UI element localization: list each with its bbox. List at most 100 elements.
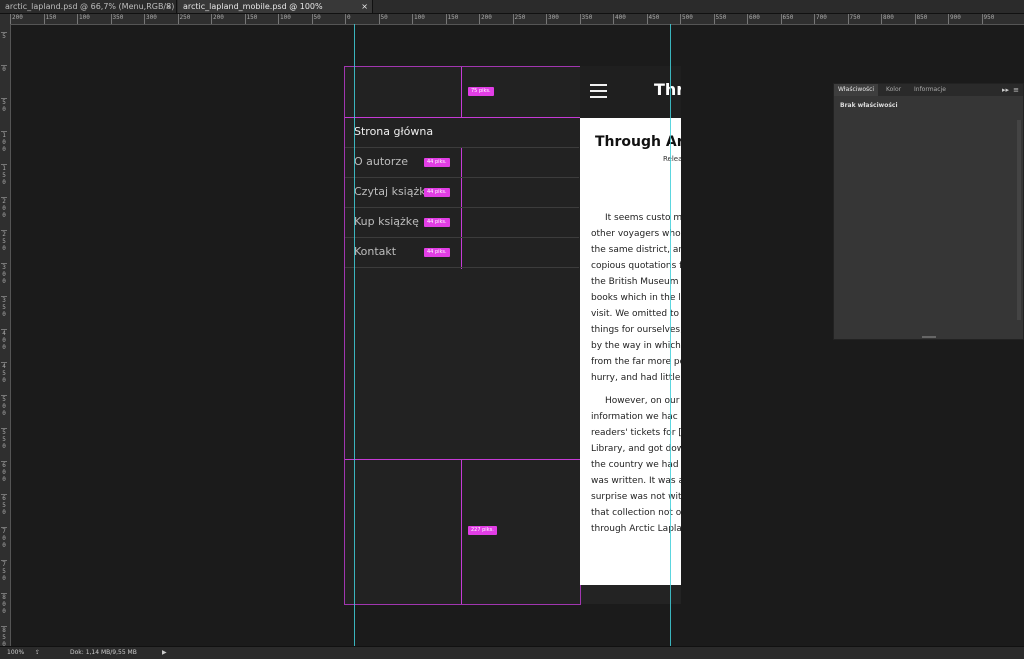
properties-panel: Właściwości Kolor Informacje ▸▸ ≡ Brak w… — [833, 83, 1024, 340]
ruler-tick-label: 750 — [847, 14, 860, 24]
page-preview: Through Arc Relea It seems custo ma other… — [580, 118, 681, 585]
measure-badge: 44 piks. — [424, 248, 450, 257]
site-header: Thr — [580, 66, 681, 118]
ruler-tick-label: 200 — [211, 14, 224, 24]
ruler-tick-label: 200 — [10, 14, 23, 24]
ruler-tick-label: 400 — [1, 329, 7, 351]
ruler-tick-label: 5 — [1, 32, 7, 40]
ruler-tick-label: 150 — [244, 14, 257, 24]
text-line: readers' tickets for [v — [591, 428, 681, 438]
document-tab-desktop[interactable]: arctic_lapland.psd @ 66,7% (Menu,RGB/8) … — [0, 0, 177, 24]
text-line: It seems custo ma — [605, 213, 681, 223]
share-icon[interactable]: ⇪ — [35, 647, 40, 659]
horizontal-ruler[interactable]: 200 150 100 350 300 250 200 150 100 50 0 50 100 150 20… — [10, 14, 1024, 25]
guide-right[interactable] — [670, 24, 671, 646]
text-line: the country we had v — [591, 460, 681, 470]
status-bar: 100% ⇪ Dok: 1,14 MB/9,55 MB ▶ — [0, 646, 1024, 659]
ruler-tick-label: 450 — [1, 362, 7, 384]
ruler-tick-label: 550 — [1, 428, 7, 450]
text-line: other voyagers who — [591, 229, 681, 239]
ruler-tick-label: 250 — [177, 14, 190, 24]
text-line: hurry, and had little c — [591, 373, 681, 383]
text-line: visit. We omitted to — [591, 309, 680, 319]
text-line: by the way in which — [591, 341, 681, 351]
ruler-tick-label: 0 — [1, 65, 7, 73]
ruler-corner[interactable] — [0, 14, 10, 24]
text-line: surprise was not wit — [591, 492, 681, 502]
panel-menu-icon[interactable]: ≡ — [1013, 84, 1019, 96]
ruler-tick-label: 0 — [345, 14, 351, 24]
text-line: Library, and got dowr — [591, 444, 681, 454]
close-icon[interactable]: × — [361, 0, 368, 13]
ruler-tick-label: 600 — [747, 14, 760, 24]
text-line: through Arctic Laplan — [591, 524, 681, 534]
guide-left[interactable] — [354, 24, 355, 646]
measure-line — [461, 67, 462, 117]
measure-badge: 227 piks. — [468, 526, 497, 535]
ruler-tick-label: 850 — [914, 14, 927, 24]
ruler-tick-label: 600 — [1, 461, 7, 483]
panel-title: Brak właściwości — [840, 102, 898, 109]
zoom-level[interactable]: 100% — [7, 647, 24, 659]
menu-item-label: Kup książkę — [354, 215, 419, 228]
ruler-tick-label: 50 — [378, 14, 388, 24]
menu-item-label: Strona główna — [354, 125, 434, 138]
paragraph: However, on our information we hac readers… — [591, 393, 681, 537]
text-line: However, on our — [605, 396, 680, 406]
tab-info[interactable]: Informacje — [910, 84, 950, 96]
ruler-tick-label: 50 — [1, 98, 7, 113]
ruler-tick-label: 350 — [110, 14, 123, 24]
ruler-tick-label: 250 — [1, 230, 7, 252]
body-text: It seems custo ma other voyagers who the s… — [591, 210, 681, 544]
menu-item-label: O autorze — [354, 155, 408, 168]
ruler-tick-label: 650 — [1, 494, 7, 516]
text-line: from the far more po — [591, 357, 681, 367]
site-title: Thr — [654, 80, 681, 99]
ruler-tick-label: 150 — [445, 14, 458, 24]
page-title: Through Arc — [595, 134, 681, 150]
status-menu-arrow-icon[interactable]: ▶ — [162, 647, 167, 659]
release-note: Relea — [663, 155, 681, 163]
text-line: was written. It was a — [591, 476, 681, 486]
vertical-ruler[interactable]: 5 0 50 100 150 200 250 300 350 400 450 500 550 600 650… — [0, 24, 11, 648]
menu-item-read[interactable]: Czytaj książkę 44 piks. — [345, 178, 579, 208]
measure-badge: 75 piks. — [468, 87, 494, 96]
measure-badge: 44 piks. — [424, 158, 450, 167]
panel-tabs: Właściwości Kolor Informacje ▸▸ ≡ — [834, 84, 1023, 96]
tab-properties[interactable]: Właściwości — [834, 84, 879, 96]
ruler-tick-label: 650 — [780, 14, 793, 24]
ruler-tick-label: 500 — [680, 14, 693, 24]
close-icon[interactable]: × — [165, 0, 172, 13]
document-size: Dok: 1,14 MB/9,55 MB — [70, 649, 137, 656]
menu-item-buy[interactable]: Kup książkę 44 piks. — [345, 208, 579, 238]
ruler-tick-label: 950 — [981, 14, 994, 24]
expand-icon[interactable]: ▸▸ — [1002, 84, 1009, 96]
ruler-tick-label: 100 — [1, 131, 7, 153]
hamburger-icon[interactable] — [590, 84, 607, 98]
menu-item-about[interactable]: O autorze 44 piks. — [345, 148, 579, 178]
menu-item-home[interactable]: Strona główna — [345, 118, 579, 148]
ruler-tick-label: 50 — [311, 14, 321, 24]
document-tab-bar: arctic_lapland.psd @ 66,7% (Menu,RGB/8) … — [0, 0, 1024, 24]
ruler-tick-label: 200 — [479, 14, 492, 24]
ruler-tick-label: 350 — [1, 296, 7, 318]
text-line: copious quotations fr — [591, 261, 681, 271]
ruler-tick-label: 450 — [646, 14, 659, 24]
scrollbar[interactable] — [1017, 120, 1021, 320]
resize-grip-icon[interactable] — [922, 336, 936, 338]
ruler-tick-label: 100 — [412, 14, 425, 24]
measure-badge: 44 piks. — [424, 188, 450, 197]
ruler-tick-label: 200 — [1, 197, 7, 219]
ruler-tick-label: 350 — [579, 14, 592, 24]
ruler-tick-label: 400 — [613, 14, 626, 24]
document-tab-mobile[interactable]: arctic_lapland_mobile.psd @ 100% (Menu,R… — [178, 0, 373, 24]
text-line: things for ourselves, — [591, 325, 681, 335]
ruler-tick-label: 750 — [1, 560, 7, 582]
text-line: information we hac — [591, 412, 678, 422]
tab-color[interactable]: Kolor — [882, 84, 905, 96]
ruler-tick-label: 550 — [713, 14, 726, 24]
text-line: that collection not or — [591, 508, 681, 518]
ruler-tick-label: 800 — [1, 593, 7, 615]
measure-line — [461, 460, 462, 604]
menu-item-contact[interactable]: Kontakt 44 piks. — [345, 238, 579, 268]
